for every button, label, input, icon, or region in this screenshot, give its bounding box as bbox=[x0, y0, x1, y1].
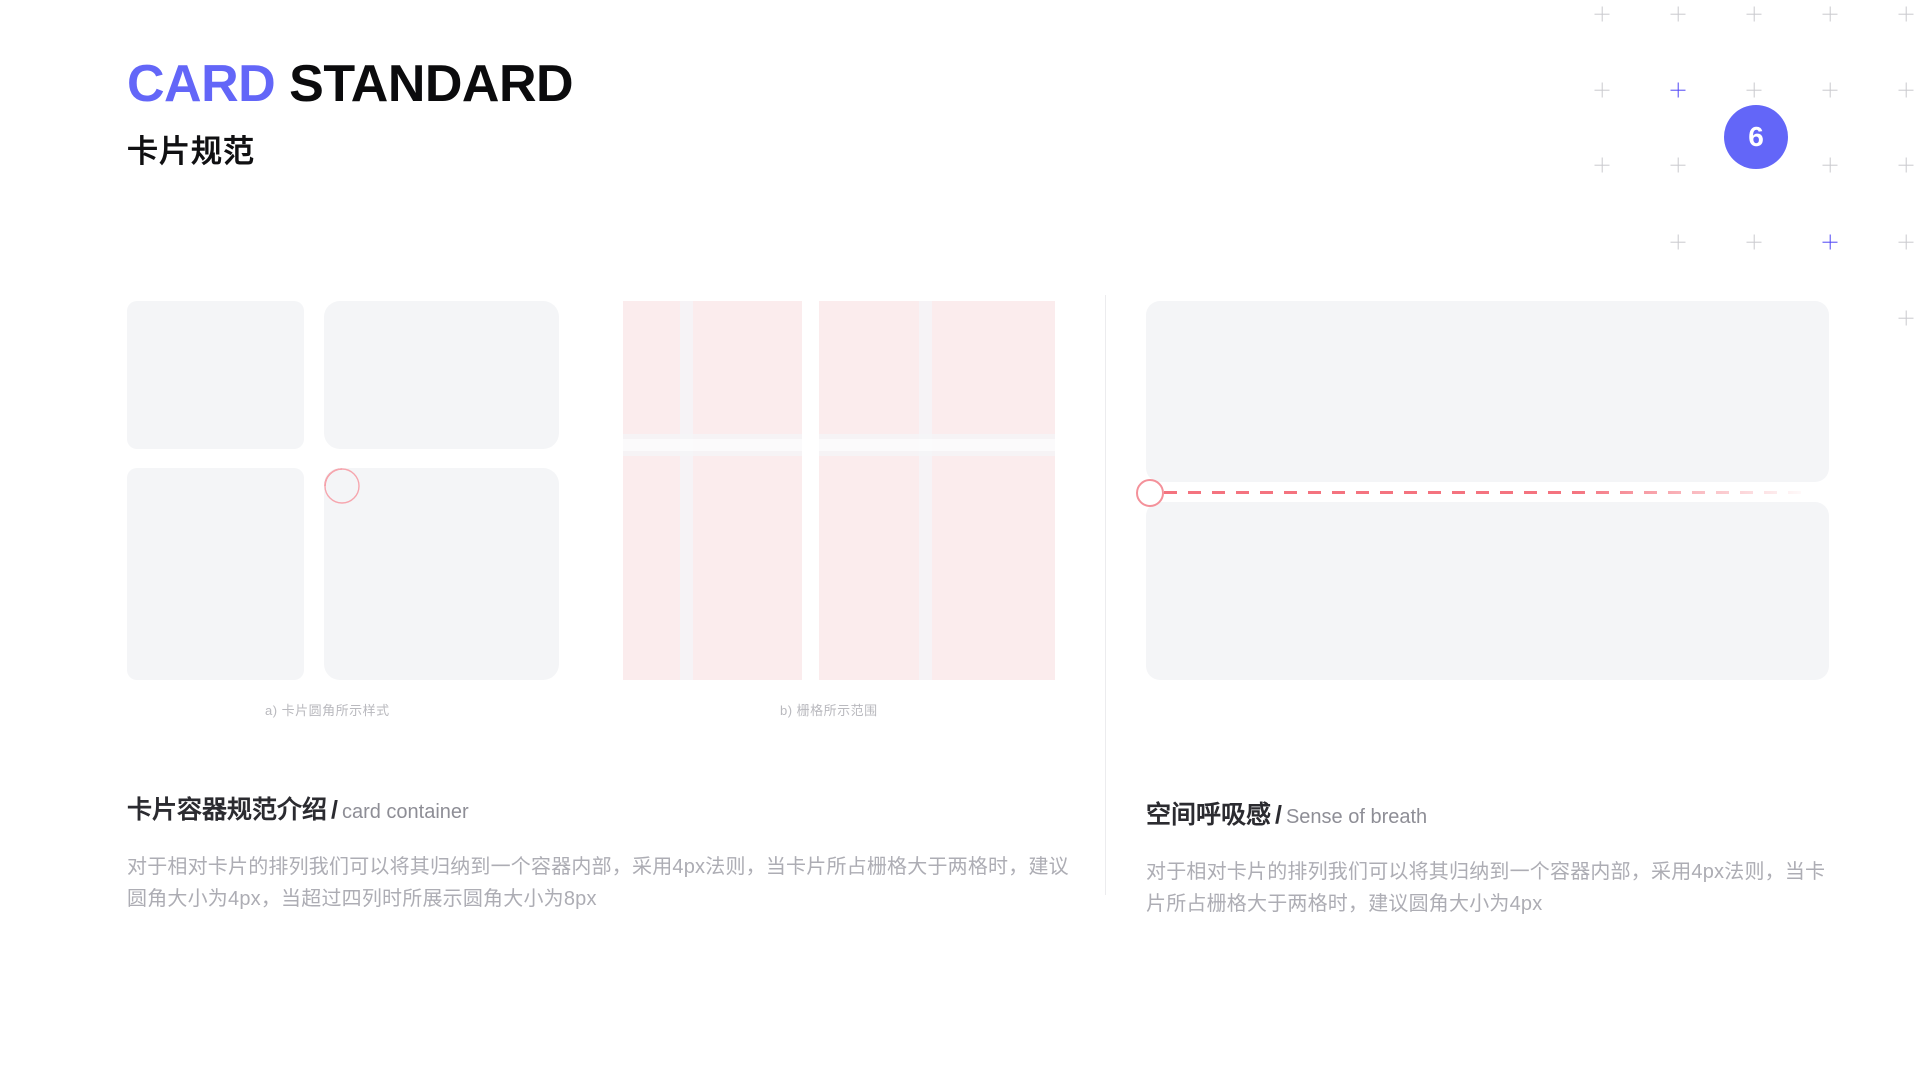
sample-card-top-right bbox=[324, 301, 559, 449]
plus-icon bbox=[1823, 7, 1838, 22]
plus-icon bbox=[1595, 7, 1610, 22]
plus-icon bbox=[1899, 311, 1914, 326]
section-heading-en: card container bbox=[341, 801, 469, 823]
column-divider bbox=[1105, 295, 1106, 895]
grid-gutter-vertical bbox=[680, 301, 693, 680]
plus-icon bbox=[1899, 158, 1914, 173]
plus-icon bbox=[1671, 83, 1686, 98]
figure-card-radius-sample bbox=[127, 301, 559, 680]
plus-icon bbox=[1671, 235, 1686, 250]
plus-icon bbox=[1899, 235, 1914, 250]
plus-icon bbox=[1823, 235, 1838, 250]
section-sense-of-breath: 空间呼吸感 / Sense of breath 对于相对卡片的排列我们可以将其归纳到… bbox=[1146, 800, 1836, 921]
breath-circle-marker-icon bbox=[1136, 479, 1164, 507]
plus-icon bbox=[1595, 158, 1610, 173]
page-title-rest: STANDARD bbox=[289, 55, 574, 113]
breath-panel-bottom bbox=[1146, 502, 1829, 680]
sample-card-bottom-right bbox=[324, 468, 559, 680]
plus-icon bbox=[1899, 83, 1914, 98]
grid-block-left bbox=[623, 301, 802, 680]
sample-card-top-left bbox=[127, 301, 304, 449]
figure-caption-b: b) 栅格所示范围 bbox=[780, 703, 878, 718]
breath-panel-top bbox=[1146, 301, 1829, 482]
section-heading-en: Sense of breath bbox=[1285, 806, 1428, 828]
figure-caption-a: a) 卡片圆角所示样式 bbox=[265, 703, 390, 718]
page-number-badge: 6 bbox=[1724, 105, 1788, 169]
breath-dashed-line bbox=[1164, 491, 1824, 494]
plus-icon bbox=[1595, 83, 1610, 98]
section-heading-separator: / bbox=[1275, 801, 1282, 829]
plus-icon bbox=[1671, 7, 1686, 22]
section-card-container: 卡片容器规范介绍 / card container 对于相对卡片的排列我们可以将其归… bbox=[127, 795, 1077, 916]
plus-icon bbox=[1823, 158, 1838, 173]
plus-icon bbox=[1747, 7, 1762, 22]
figure-breathing-space bbox=[1136, 301, 1829, 680]
plus-decoration-grid bbox=[1570, 0, 1920, 340]
grid-gutter-horizontal-light bbox=[623, 439, 802, 451]
page-header: CARD STANDARD 卡片规范 bbox=[127, 55, 574, 169]
figure-grid-range-sample bbox=[623, 301, 1055, 680]
sample-card-bottom-left bbox=[127, 468, 304, 680]
plus-icon bbox=[1747, 83, 1762, 98]
section-heading: 空间呼吸感 / Sense of breath bbox=[1146, 800, 1836, 830]
section-body: 对于相对卡片的排列我们可以将其归纳到一个容器内部，采用4px法则，当卡片所占栅格… bbox=[127, 856, 1069, 911]
section-heading: 卡片容器规范介绍 / card container bbox=[127, 795, 1077, 825]
plus-icon bbox=[1823, 83, 1838, 98]
plus-icon bbox=[1747, 235, 1762, 250]
page-title-accent: CARD bbox=[127, 55, 276, 113]
section-heading-separator: / bbox=[331, 796, 338, 824]
section-body: 对于相对卡片的排列我们可以将其归纳到一个容器内部，采用4px法则，当卡片所占栅格… bbox=[1146, 861, 1826, 916]
plus-icon bbox=[1899, 7, 1914, 22]
page-title: CARD STANDARD bbox=[127, 55, 574, 113]
section-heading-cn: 空间呼吸感 bbox=[1146, 801, 1272, 829]
grid-block-right bbox=[819, 301, 1055, 680]
section-heading-cn: 卡片容器规范介绍 bbox=[127, 796, 328, 824]
page-subtitle: 卡片规范 bbox=[127, 134, 255, 169]
grid-gutter-vertical bbox=[919, 301, 932, 680]
grid-gutter-horizontal-light bbox=[819, 439, 1055, 451]
plus-icon bbox=[1671, 158, 1686, 173]
